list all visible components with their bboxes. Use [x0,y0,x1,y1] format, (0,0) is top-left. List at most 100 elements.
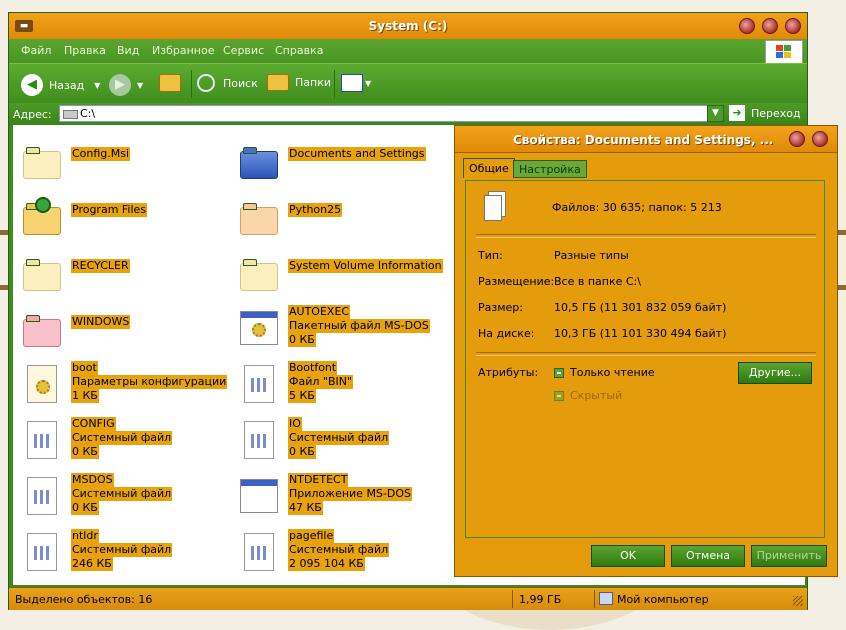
search-icon [197,74,215,92]
ok-button[interactable]: OK [591,545,665,567]
config-file-icon [21,365,61,405]
file-item[interactable]: IO Системный файл 0 КБ [234,415,449,463]
general-panel: Файлов: 30 635; папок: 5 213 Тип: Разные… [465,180,825,538]
properties-dialog: Свойства: Documents and Settings, ... Об… [454,125,838,577]
menu-tools[interactable]: Сервис [223,44,264,57]
file-item[interactable]: CONFIG Системный файл 0 КБ [17,415,232,463]
tab-general[interactable]: Общие [463,158,515,178]
file-item[interactable]: boot Параметры конфигурации 1 КБ [17,359,232,407]
toolbar-separator [191,70,192,98]
menu-help[interactable]: Справка [275,44,323,57]
maximize-button[interactable] [762,18,778,34]
file-name: System Volume Information [288,259,443,273]
cancel-button[interactable]: Отмена [671,545,745,567]
file-item[interactable]: Python25 [234,191,449,239]
toolbar-separator [334,70,335,98]
menu-file[interactable]: Файл [21,44,51,57]
type-value: Разные типы [554,249,629,262]
file-item[interactable]: Documents and Settings [234,135,449,183]
file-item[interactable]: AUTOEXEC Пакетный файл MS-DOS 0 КБ [234,303,449,351]
file-name: pagefile [288,529,335,543]
views-button[interactable]: ▼ [341,74,371,92]
menu-view[interactable]: Вид [117,44,139,57]
address-dropdown-button[interactable]: ▼ [707,105,724,122]
file-item[interactable]: NTDETECT Приложение MS-DOS 47 КБ [234,471,449,519]
file-item[interactable]: Program Files [17,191,232,239]
file-item[interactable]: System Volume Information [234,247,449,295]
go-button[interactable]: ➜ Переход [729,105,801,121]
status-location: Мой компьютер [617,593,709,606]
folder-blue-icon [238,141,278,181]
chevron-down-icon[interactable]: ▼ [94,81,100,90]
apply-button[interactable]: Применить [751,545,827,567]
file-type: Пакетный файл MS-DOS [288,319,430,333]
divider [476,352,816,356]
go-arrow-icon: ➜ [729,105,745,121]
dialog-title: Свойства: Documents and Settings, ... [513,133,774,147]
readonly-checkbox[interactable] [554,368,564,378]
status-selected: Выделено объектов: 16 [15,593,153,606]
hidden-checkbox[interactable] [554,391,564,401]
file-name: MSDOS [71,473,114,487]
search-button[interactable]: Поиск [197,74,258,92]
views-icon [341,74,363,92]
file-name: boot [71,361,98,375]
type-label: Тип: [478,249,503,262]
attributes-label: Атрибуты: [478,366,539,379]
file-item[interactable]: WINDOWS [17,303,232,351]
dialog-title-bar[interactable]: Свойства: Documents and Settings, ... [455,126,837,153]
file-type: Параметры конфигурации [71,375,228,389]
file-name: NTDETECT [288,473,349,487]
address-value: C:\ [80,107,96,120]
system-file-icon [238,421,278,461]
file-item[interactable]: RECYCLER [17,247,232,295]
file-size: 0 КБ [71,501,99,515]
file-item[interactable]: MSDOS Системный файл 0 КБ [17,471,232,519]
menu-edit[interactable]: Правка [64,44,106,57]
advanced-button[interactable]: Другие... [738,362,812,384]
help-button[interactable] [789,131,805,147]
title-bar[interactable]: ▬ System (C:) [9,13,807,40]
address-bar: Адрес: C:\ ▼ ➜ Переход [9,103,807,125]
size-value: 10,5 ГБ (11 301 832 059 байт) [554,301,727,314]
file-item[interactable]: pagefile Системный файл 2 095 104 КБ [234,527,449,575]
tab-customize[interactable]: Настройка [513,160,587,178]
folders-label: Папки [295,76,331,89]
resize-grip-icon[interactable] [793,596,803,606]
disk-size-value: 10,3 ГБ (11 101 330 494 байт) [554,327,727,340]
chevron-down-icon[interactable]: ▼ [365,79,371,88]
search-label: Поиск [223,76,258,90]
back-arrow-icon: ◀ [21,74,43,96]
file-size: 0 КБ [288,333,316,347]
file-name: CONFIG [71,417,116,431]
file-size: 2 095 104 КБ [288,557,365,571]
back-button[interactable]: ◀ Назад ▼ [21,74,100,96]
window-title: System (C:) [368,19,448,33]
files-summary: Файлов: 30 635; папок: 5 213 [552,201,722,214]
file-name: RECYCLER [71,259,130,273]
system-file-icon [21,421,61,461]
folders-button[interactable]: Папки [267,74,331,91]
divider [476,234,816,238]
file-item[interactable]: Config.Msi [17,135,232,183]
file-size: 246 КБ [71,557,113,571]
system-file-icon [21,533,61,573]
folder-red-icon [21,309,61,349]
file-type: Системный файл [288,431,390,445]
forward-button[interactable]: ▶ ▼ [109,74,143,96]
folder-icon [21,141,61,181]
up-folder-button[interactable] [159,74,181,92]
address-input[interactable]: C:\ [59,105,723,122]
file-item[interactable]: ntldr Системный файл 246 КБ [17,527,232,575]
file-name: Bootfont [288,361,338,375]
close-button[interactable] [785,18,801,34]
system-file-icon [21,477,61,517]
file-name: ntldr [71,529,99,543]
minimize-button[interactable] [739,18,755,34]
status-size: 1,99 ГБ [519,593,562,606]
file-type: Системный файл [71,431,173,445]
file-item[interactable]: Bootfont Файл "BIN" 5 КБ [234,359,449,407]
menu-favorites[interactable]: Избранное [152,44,214,57]
chevron-down-icon[interactable]: ▼ [137,81,143,90]
dialog-close-button[interactable] [812,131,828,147]
